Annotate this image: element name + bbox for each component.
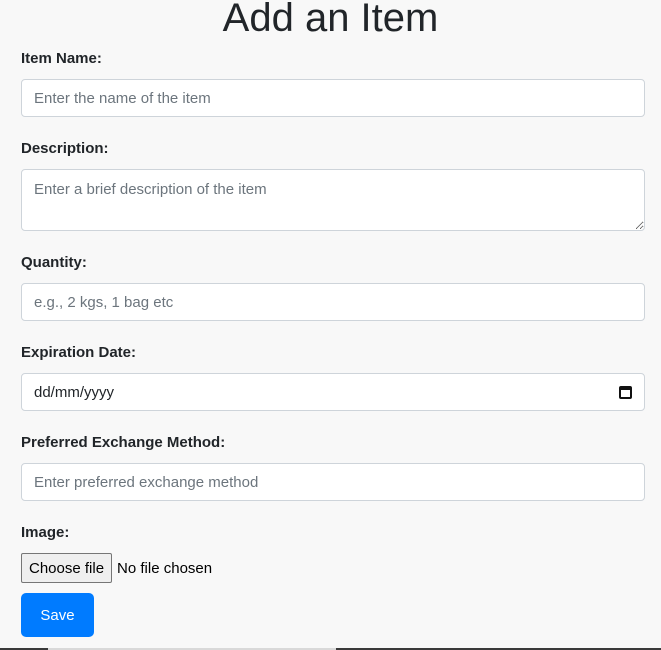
calendar-icon[interactable]	[619, 385, 632, 399]
exchange-method-label: Preferred Exchange Method:	[21, 434, 226, 451]
expiration-date-value: dd/mm/yyyy	[34, 383, 115, 401]
description-label: Description:	[21, 140, 109, 157]
expiration-date-input[interactable]: dd/mm/yyyy	[21, 373, 645, 411]
add-item-page: Add an Item Item Name: Description: Quan…	[0, 0, 661, 650]
item-name-group: Item Name:	[21, 49, 645, 139]
item-name-input[interactable]	[21, 79, 645, 117]
item-name-label: Item Name:	[21, 50, 102, 67]
expiration-date-label: Expiration Date:	[21, 344, 137, 361]
description-textarea[interactable]	[21, 169, 645, 231]
expiration-date-group: Expiration Date: dd/mm/yyyy	[21, 343, 645, 433]
save-button[interactable]: Save	[21, 593, 94, 637]
choose-file-button[interactable]: Choose file	[21, 553, 113, 583]
file-status-text: No file chosen	[117, 559, 213, 577]
add-item-form: Item Name: Description: Quantity: Expira…	[21, 49, 645, 637]
page-title: Add an Item	[222, 0, 439, 40]
description-group: Description:	[21, 139, 645, 253]
image-file-input: Choose file No file chosen	[21, 553, 645, 583]
quantity-input[interactable]	[21, 283, 645, 321]
image-group: Image: Choose file No file chosen	[21, 523, 645, 593]
exchange-method-input[interactable]	[21, 463, 645, 501]
quantity-label: Quantity:	[21, 254, 87, 271]
image-label: Image:	[21, 524, 70, 541]
exchange-method-group: Preferred Exchange Method:	[21, 433, 645, 523]
quantity-group: Quantity:	[21, 253, 645, 343]
